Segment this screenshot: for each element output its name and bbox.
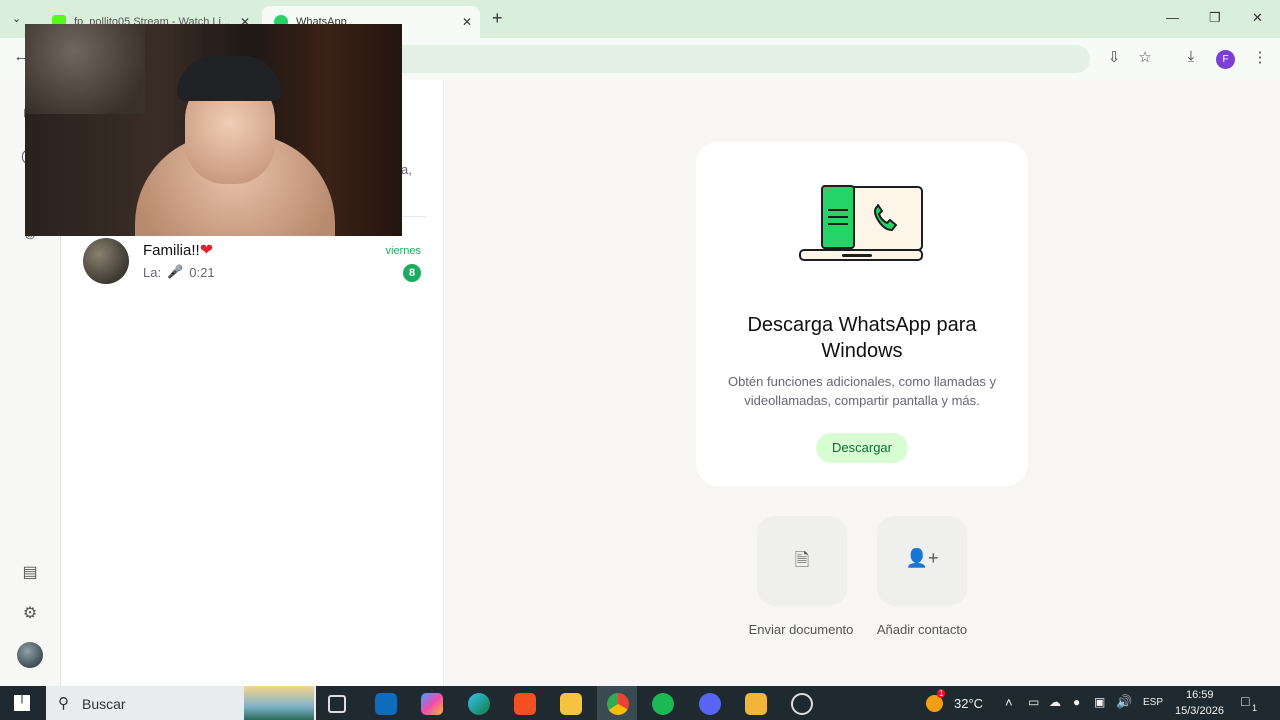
- chat-preview: La: 🎤 0:21: [143, 264, 215, 280]
- heart-emoji-icon: ❤: [199, 242, 214, 259]
- search-icon: ⚲: [58, 695, 69, 712]
- task-view-icon[interactable]: [328, 695, 346, 713]
- download-card: Descarga WhatsApp para Windows Obtén fun…: [696, 142, 1028, 486]
- download-button[interactable]: Descargar: [816, 433, 908, 463]
- weather-temp[interactable]: 32°C: [954, 696, 983, 711]
- volume-icon[interactable]: 🔊: [1116, 694, 1132, 710]
- new-tab-button[interactable]: +: [492, 8, 503, 29]
- search-highlight-image: [244, 686, 314, 720]
- card-subtitle: Obtén funciones adicionales, como llamad…: [727, 374, 997, 408]
- menu-kebab-icon[interactable]: ⋮: [1249, 48, 1271, 66]
- minimize-button[interactable]: —: [1166, 10, 1179, 25]
- card-title: Descarga WhatsApp para Windows: [747, 314, 977, 362]
- game-app-icon[interactable]: [745, 693, 767, 715]
- chevron-up-icon[interactable]: ˄: [1005, 695, 1013, 710]
- store-icon[interactable]: [514, 693, 536, 715]
- edge-icon[interactable]: [468, 693, 490, 715]
- outlook-icon[interactable]: [375, 693, 397, 715]
- send-document-button[interactable]: 🗎: [757, 516, 847, 606]
- media-gallery-icon[interactable]: ▤: [19, 562, 41, 584]
- phone-link-icon[interactable]: ▭: [1028, 695, 1039, 709]
- partial-text: a,: [401, 162, 412, 177]
- intro-panel: Descarga WhatsApp para Windows Obtén fun…: [445, 80, 1280, 686]
- add-contact-button[interactable]: 👤+: [877, 516, 967, 606]
- profile-avatar[interactable]: [17, 642, 43, 668]
- close-window-button[interactable]: ✕: [1252, 10, 1263, 26]
- weather-badge: 1: [937, 689, 946, 698]
- clock-date[interactable]: 15/3/2026: [1175, 705, 1224, 717]
- profile-avatar[interactable]: F: [1216, 50, 1235, 69]
- spotify-icon[interactable]: [652, 693, 674, 715]
- file-explorer-icon[interactable]: [560, 693, 582, 715]
- voice-duration: 0:21: [189, 264, 215, 280]
- obs-icon[interactable]: [791, 693, 813, 715]
- close-tab-icon[interactable]: ✕: [462, 15, 472, 29]
- chrome-icon[interactable]: [607, 693, 629, 715]
- send-document-label: Enviar documento: [748, 622, 854, 637]
- tab-search-chevron-icon[interactable]: ⌄: [12, 12, 21, 25]
- install-app-icon[interactable]: ⇩: [1103, 48, 1125, 66]
- discord-icon[interactable]: [699, 693, 721, 715]
- copilot-icon[interactable]: [421, 693, 443, 715]
- microphone-icon[interactable]: ●: [1073, 695, 1080, 709]
- preview-sender: La:: [143, 264, 162, 280]
- document-icon: 🗎: [794, 550, 810, 570]
- microphone-icon: 🎤: [167, 264, 184, 279]
- unread-badge: 8: [403, 264, 421, 282]
- laptop-call-illustration-icon: [799, 185, 923, 261]
- settings-gear-icon[interactable]: ⚙: [19, 603, 41, 625]
- cam-person-cap: [177, 56, 281, 101]
- downloads-icon[interactable]: ⤓: [1180, 48, 1202, 65]
- add-contact-label: Añadir contacto: [876, 622, 968, 637]
- notification-count: 1: [1252, 703, 1258, 713]
- clock-time[interactable]: 16:59: [1186, 689, 1214, 701]
- windows-start-icon[interactable]: [14, 695, 30, 711]
- network-icon[interactable]: ▣: [1094, 695, 1105, 709]
- chat-name: Familia!!❤: [143, 240, 213, 260]
- cam-background-light: [25, 24, 145, 114]
- webcam-overlay: [25, 24, 402, 236]
- bookmark-star-icon[interactable]: ☆: [1134, 48, 1156, 66]
- search-placeholder: Buscar: [82, 696, 126, 712]
- taskbar: ⚲ Buscar 1 32°C ˄ ▭ ☁ ● ▣ 🔊 ESP 16:59 15…: [0, 686, 1280, 720]
- taskbar-search[interactable]: ⚲ Buscar: [46, 686, 316, 720]
- chat-row-familia[interactable]: Familia!!❤ La: 🎤 0:21 viernes 8: [81, 236, 425, 286]
- chat-avatar: [83, 238, 129, 284]
- language-indicator[interactable]: ESP: [1143, 697, 1163, 708]
- notification-icon[interactable]: □: [1241, 693, 1249, 709]
- chat-name-text: Familia!!: [143, 242, 200, 259]
- chat-time: viernes: [385, 245, 421, 257]
- add-contact-icon: 👤+: [905, 548, 939, 568]
- cloud-icon[interactable]: ☁: [1049, 695, 1061, 709]
- restore-button[interactable]: ❐: [1209, 10, 1221, 26]
